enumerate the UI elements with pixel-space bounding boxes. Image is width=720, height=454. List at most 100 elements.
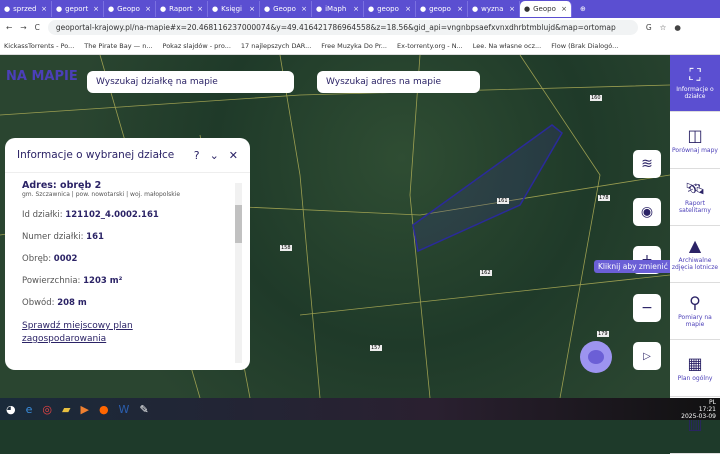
parcel-field: Obwód: 208 m [22,298,227,308]
url-text: geoportal-krajowy.pl/na-mapie#x=20.46811… [55,23,616,32]
sidebar-item[interactable]: ⛶ Informacje o działce [670,55,720,112]
close-tab-icon[interactable]: × [509,5,515,13]
clock-time[interactable]: 17:21 [681,406,716,413]
scrollbar-thumb[interactable] [235,205,242,243]
browser-tab[interactable]: ● sprzed × [0,1,52,17]
browser-tab[interactable]: ● geport × [52,1,104,17]
close-tab-icon[interactable]: × [561,5,567,13]
browser-tab[interactable]: ● Geopo × [104,1,156,17]
parcel-field: Numer działki: 161 [22,232,227,242]
parcel-search-input[interactable]: Wyszukaj działkę na mapie [87,71,294,93]
media-icon[interactable]: ▶ [80,403,88,416]
close-tab-icon[interactable]: × [249,5,255,13]
browser-tab[interactable]: ● geopo × [416,1,468,17]
clock-date[interactable]: 2025-03-09 [681,413,716,420]
sidebar: ⛶ Informacje o działce ◫ Porównaj mapy 🛰 Rapo… [670,55,720,454]
star-icon[interactable]: ☆ [660,23,667,32]
bookmark-item[interactable]: The Pirate Bay — n... [84,42,152,50]
address-bar: ← → C geoportal-krajowy.pl/na-mapie#x=20… [0,18,720,37]
tab-label: Geopo [117,5,140,13]
parcel-subaddress: gm. Szczawnica | pow. nowotarski | woj. … [22,191,181,198]
logo[interactable]: NA MAPIE [6,70,78,83]
expand-button[interactable]: ▷ [633,342,661,370]
panel-title: Informacje o wybranej działce [17,149,175,161]
tab-label: iMaph [325,5,347,13]
close-tab-icon[interactable]: × [353,5,359,13]
tab-favicon: ● [264,5,271,13]
tab-label: geopo [429,5,451,13]
back-icon[interactable]: ← [6,23,12,32]
field-value: 0002 [53,254,78,264]
zoom-out-button[interactable]: − [633,294,661,322]
sidebar-item[interactable]: 🛰 Raport satelitarny [670,169,720,226]
sidebar-item[interactable]: ▲ Archiwalne zdjęcia lotnicze [670,226,720,283]
chrome-icon[interactable]: ◎ [42,403,52,416]
bookmark-item[interactable]: Free Muzyka Do Pr... [321,42,387,50]
browser-tab[interactable]: ● Księgi × [208,1,260,17]
browser-tab[interactable]: ● iMaph × [312,1,364,17]
close-tab-icon[interactable]: × [41,5,47,13]
browser-tab[interactable]: ● geopo × [364,1,416,17]
help-icon[interactable]: ? [194,149,200,162]
tab-favicon: ● [472,5,479,13]
chat-icon [588,350,604,364]
browser-tab[interactable]: ● wyzna × [468,1,520,17]
close-tab-icon[interactable]: × [301,5,307,13]
sidebar-item-label: Informacje o działce [676,86,714,100]
bookmark-item[interactable]: Pokaz slajdów - pro... [163,42,231,50]
new-tab-icon[interactable]: ⊕ [580,5,586,13]
sidebar-item[interactable]: ▦ Plan ogólny [670,340,720,397]
address-search-input[interactable]: Wyszukaj adres na mapie [317,71,480,93]
field-label: Id działki: [22,210,66,220]
browser-tab[interactable]: ● Geopo × [520,1,572,17]
language-indicator[interactable]: PL [709,399,716,406]
tab-bar: ● sprzed × ● geport × ● Geopo × ● Raport × ● Księgi × ●… [0,0,720,18]
ie-icon[interactable]: e [26,403,33,416]
sidebar-item[interactable]: ⚲ Pomiary na mapie [670,283,720,340]
bookmark-item[interactable]: Lee. Na własne ocz... [473,42,541,50]
forward-icon[interactable]: → [20,23,26,32]
close-tab-icon[interactable]: × [197,5,203,13]
folder-icon[interactable]: ▰ [62,403,70,416]
tooltip: Kliknij aby zmienić [594,260,670,273]
browser-tab[interactable]: ● Raport × [156,1,208,17]
url-input[interactable]: geoportal-krajowy.pl/na-mapie#x=20.46811… [47,20,638,35]
panel-scrollbar[interactable] [235,183,242,363]
sidebar-item-label: Raport satelitarny [679,200,711,214]
close-tab-icon[interactable]: × [93,5,99,13]
reload-icon[interactable]: C [35,23,40,32]
sidebar-item[interactable]: ◫ Porównaj mapy [670,112,720,169]
word-icon[interactable]: W [119,403,130,416]
tab-favicon: ● [316,5,323,13]
chat-button[interactable] [580,341,612,373]
field-value: 1203 m² [83,276,123,286]
chevron-down-icon[interactable]: ⌄ [210,149,219,162]
layers-button[interactable]: ≋ [633,150,661,178]
field-value: 161 [86,232,104,242]
close-icon[interactable]: ✕ [229,149,238,162]
sidebar-icon: ▦ [687,353,703,373]
tab-label: Raport [169,5,193,13]
parcel-search-placeholder: Wyszukaj działkę na mapie [96,77,218,87]
close-tab-icon[interactable]: × [457,5,463,13]
map-label: 179 [597,331,609,337]
sidebar-item-label: Pomiary na mapie [678,314,712,328]
bookmark-item[interactable]: Flow (Brak Dialogó... [551,42,618,50]
locate-button[interactable]: ◉ [633,198,661,226]
start-icon[interactable]: ◕ [6,403,16,416]
selected-parcel[interactable] [412,124,563,253]
firefox-icon[interactable]: ● [99,403,109,416]
bookmark-item[interactable]: Ex-torrenty.org - N... [397,42,463,50]
bookmark-item[interactable]: 17 najlepszych DAR... [241,42,311,50]
tab-favicon: ● [4,5,11,13]
local-plan-link[interactable]: Sprawdź miejscowy plan zagospodarowania [22,320,152,346]
bookmark-item[interactable]: KickassTorrents - Po... [4,42,74,50]
close-tab-icon[interactable]: × [405,5,411,13]
browser-tab[interactable]: ● Geopo × [260,1,312,17]
paint-icon[interactable]: ✎ [139,403,148,416]
close-tab-icon[interactable]: × [145,5,151,13]
sidebar-icon: 🛰 [684,179,706,198]
profile-icon[interactable]: ● [674,23,681,32]
google-icon[interactable]: G [646,23,652,32]
crosshair-icon: ◉ [640,204,654,220]
